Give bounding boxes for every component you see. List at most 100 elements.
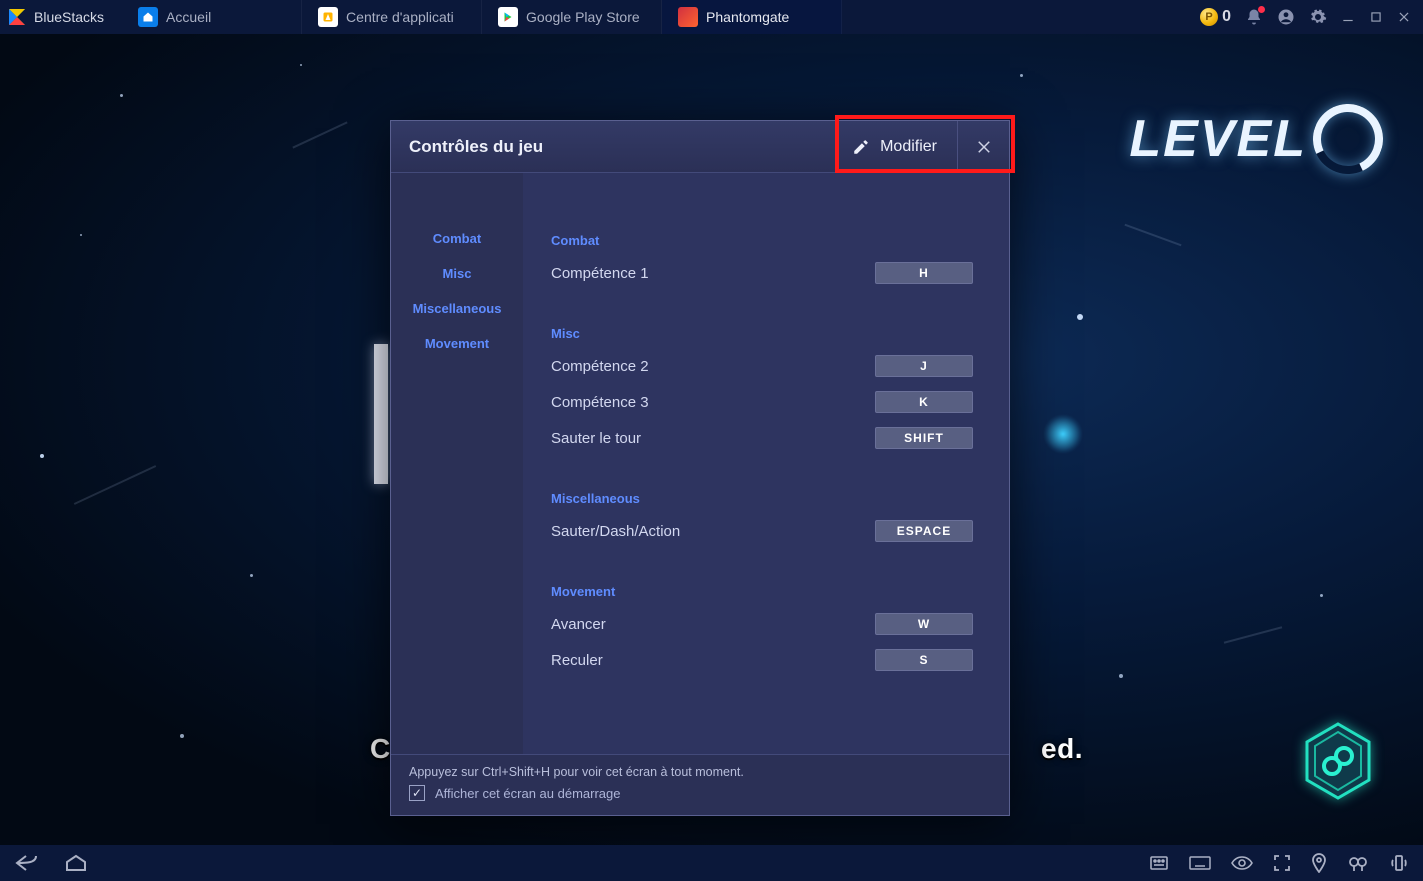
- close-icon: [975, 138, 993, 156]
- modify-button[interactable]: Modifier: [831, 121, 957, 173]
- key-field[interactable]: S: [875, 649, 973, 671]
- section-title: Combat: [551, 233, 973, 248]
- binding-row: Compétence 1 H: [551, 262, 973, 284]
- show-on-start-row: ✓ Afficher cet écran au démarrage: [409, 785, 991, 801]
- binding-row: Avancer W: [551, 613, 973, 635]
- binding-label: Avancer: [551, 616, 606, 633]
- nav-item-misc[interactable]: Misc: [391, 256, 523, 291]
- sparkle-icon: [1035, 406, 1092, 463]
- category-nav: Combat Misc Miscellaneous Movement: [391, 173, 523, 754]
- streak-icon: [1124, 224, 1181, 246]
- streak-icon: [1224, 626, 1282, 643]
- account-icon[interactable]: [1277, 8, 1295, 26]
- bindings-panel: Combat Compétence 1 H Misc Compétence 2 …: [523, 173, 1009, 754]
- star-icon: [250, 574, 253, 577]
- game-viewport: LEVEL Co ed. Contrôles du jeu Modifier: [0, 34, 1423, 845]
- tab-label: Phantomgate: [706, 9, 789, 25]
- bluestacks-logo-icon: [0, 0, 34, 34]
- dialog-close-button[interactable]: [957, 121, 1009, 173]
- link-badge-button[interactable]: [1303, 722, 1373, 805]
- play-store-icon: [498, 7, 518, 27]
- shake-icon[interactable]: [1389, 853, 1409, 873]
- binding-label: Reculer: [551, 652, 603, 669]
- back-button[interactable]: [14, 853, 40, 873]
- location-icon[interactable]: [1311, 853, 1327, 873]
- binding-label: Compétence 1: [551, 265, 649, 282]
- binding-label: Sauter/Dash/Action: [551, 523, 680, 540]
- modify-label: Modifier: [880, 138, 937, 156]
- level-indicator: LEVEL: [1129, 104, 1383, 174]
- footer-hint: Appuyez sur Ctrl+Shift+H pour voir cet é…: [409, 765, 991, 779]
- binding-label: Compétence 3: [551, 394, 649, 411]
- binding-row: Sauter/Dash/Action ESPACE: [551, 520, 973, 542]
- key-field[interactable]: K: [875, 391, 973, 413]
- key-field[interactable]: H: [875, 262, 973, 284]
- streak-icon: [74, 465, 156, 505]
- app-name: BlueStacks: [34, 9, 104, 25]
- star-icon: [40, 454, 44, 458]
- level-nine-icon: [1303, 94, 1393, 184]
- close-window-button[interactable]: [1397, 10, 1411, 24]
- level-label: LEVEL: [1129, 109, 1307, 169]
- binding-row: Sauter le tour SHIFT: [551, 427, 973, 449]
- nav-left: [14, 853, 88, 873]
- fullscreen-icon[interactable]: [1273, 854, 1291, 872]
- binding-row: Compétence 2 J: [551, 355, 973, 377]
- dialog-body: Combat Misc Miscellaneous Movement Comba…: [391, 173, 1009, 754]
- dialog-footer: Appuyez sur Ctrl+Shift+H pour voir cet é…: [391, 754, 1009, 815]
- home-icon: [138, 7, 158, 27]
- visibility-icon[interactable]: [1231, 855, 1253, 871]
- dialog-actions: Modifier: [831, 121, 1009, 173]
- titlebar-right: P 0: [1200, 8, 1423, 26]
- tab-play-store[interactable]: Google Play Store: [482, 0, 662, 34]
- nav-item-miscellaneous[interactable]: Miscellaneous: [391, 291, 523, 326]
- notifications-icon[interactable]: [1245, 8, 1263, 26]
- star-icon: [80, 234, 82, 236]
- edit-icon: [852, 138, 870, 156]
- coin-balance[interactable]: P 0: [1200, 8, 1231, 26]
- dialog-header: Contrôles du jeu Modifier: [391, 121, 1009, 173]
- tab-app-center[interactable]: Centre d'applicati: [302, 0, 482, 34]
- nav-right: [1149, 853, 1409, 873]
- appcenter-icon: [318, 7, 338, 27]
- game-icon: [678, 7, 698, 27]
- star-icon: [300, 64, 302, 66]
- show-on-start-checkbox[interactable]: ✓: [409, 785, 425, 801]
- tab-label: Accueil: [166, 9, 211, 25]
- nav-item-combat[interactable]: Combat: [391, 221, 523, 256]
- key-field[interactable]: J: [875, 355, 973, 377]
- settings-icon[interactable]: [1309, 8, 1327, 26]
- truncated-text: ed.: [1041, 733, 1083, 765]
- tab-phantomgate[interactable]: Phantomgate: [662, 0, 842, 34]
- coin-amount: 0: [1222, 8, 1231, 26]
- tab-label: Google Play Store: [526, 9, 640, 25]
- minimize-button[interactable]: [1341, 10, 1355, 24]
- binding-label: Compétence 2: [551, 358, 649, 375]
- keyboard-icon[interactable]: [1189, 855, 1211, 871]
- home-button[interactable]: [64, 853, 88, 873]
- nav-item-movement[interactable]: Movement: [391, 326, 523, 361]
- binding-label: Sauter le tour: [551, 430, 641, 447]
- tab-home[interactable]: Accueil: [122, 0, 302, 34]
- section-title: Miscellaneous: [551, 491, 973, 506]
- bottom-bar: [0, 845, 1423, 881]
- maximize-button[interactable]: [1369, 10, 1383, 24]
- decorative-bar: [374, 344, 388, 484]
- bindings-scroll[interactable]: Combat Compétence 1 H Misc Compétence 2 …: [523, 173, 995, 754]
- show-on-start-label: Afficher cet écran au démarrage: [435, 786, 620, 801]
- key-field[interactable]: ESPACE: [875, 520, 973, 542]
- screenshot-icon[interactable]: [1347, 854, 1369, 872]
- title-bar: BlueStacks Accueil Centre d'applicati Go…: [0, 0, 1423, 34]
- dialog-title: Contrôles du jeu: [409, 137, 543, 157]
- streak-icon: [292, 121, 347, 148]
- section-title: Movement: [551, 584, 973, 599]
- key-field[interactable]: W: [875, 613, 973, 635]
- section-title: Misc: [551, 326, 973, 341]
- notification-dot-icon: [1258, 6, 1265, 13]
- toggle-keymap-icon[interactable]: [1149, 854, 1169, 872]
- star-icon: [180, 734, 184, 738]
- coin-icon: P: [1200, 8, 1218, 26]
- key-field[interactable]: SHIFT: [875, 427, 973, 449]
- binding-row: Reculer S: [551, 649, 973, 671]
- tab-label: Centre d'applicati: [346, 9, 454, 25]
